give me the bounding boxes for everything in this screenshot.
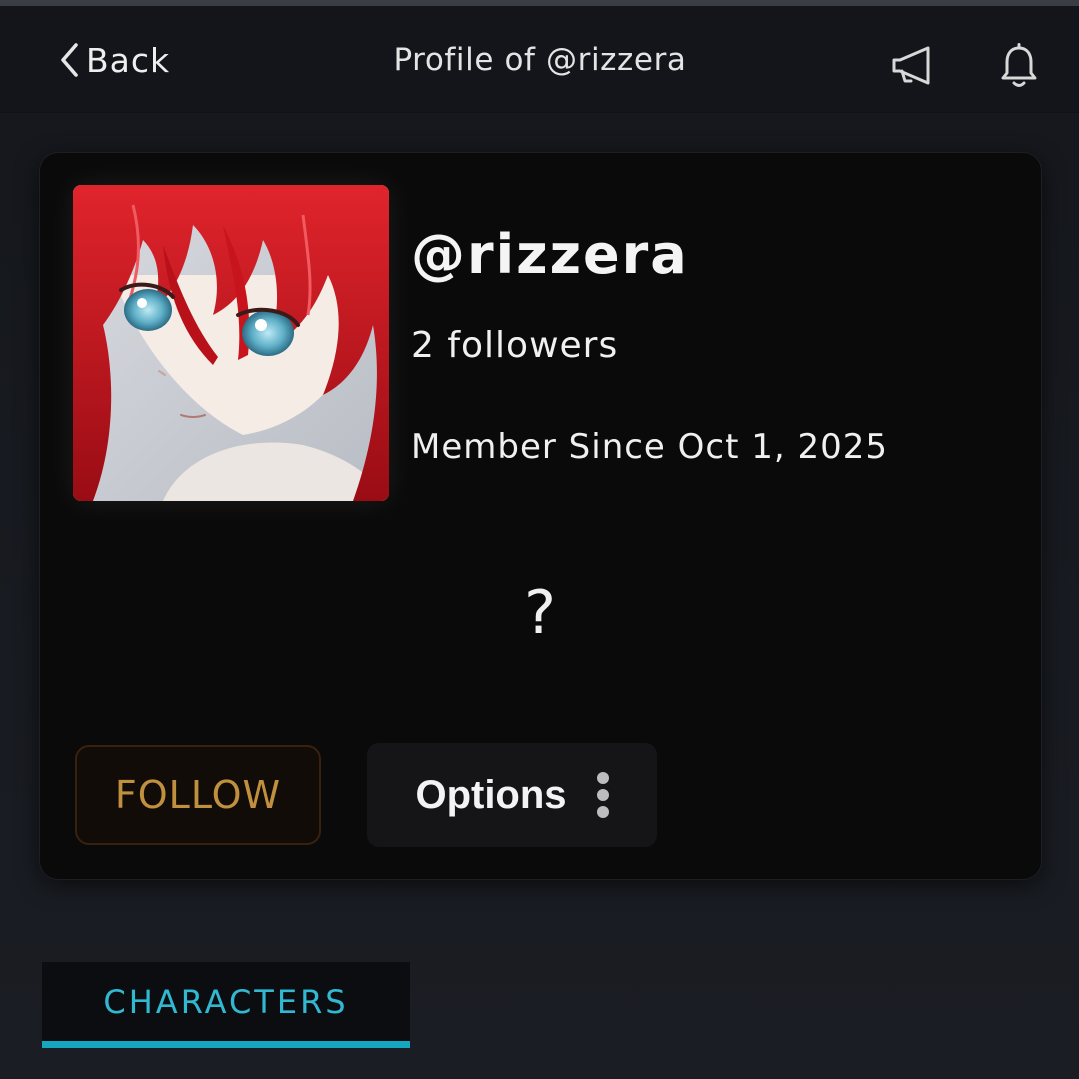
back-button[interactable]: Back: [58, 38, 170, 82]
notifications-button[interactable]: [995, 42, 1043, 90]
follow-button[interactable]: FOLLOW: [75, 745, 321, 845]
member-since: Member Since Oct 1, 2025: [411, 427, 889, 467]
chevron-left-icon: [61, 43, 78, 77]
followers-count[interactable]: 2 followers: [411, 325, 618, 366]
profile-username: @rizzera: [411, 223, 689, 286]
top-header: Back Profile of @rizzera: [0, 6, 1079, 113]
options-label: Options: [415, 772, 567, 817]
tab-characters[interactable]: CHARACTERS: [42, 962, 410, 1048]
profile-card: @rizzera 2 followers Member Since Oct 1,…: [40, 153, 1041, 879]
announcements-button[interactable]: [889, 42, 937, 90]
avatar[interactable]: [73, 185, 389, 501]
bell-icon: [1001, 43, 1037, 87]
profile-bio: ?: [524, 578, 556, 648]
tab-characters-label: CHARACTERS: [103, 982, 349, 1021]
megaphone-icon: [892, 46, 930, 85]
more-vertical-icon: [596, 772, 609, 818]
anime-character-avatar-image: [73, 185, 389, 501]
back-label: Back: [86, 40, 171, 80]
follow-label: FOLLOW: [114, 773, 282, 817]
options-button[interactable]: Options: [367, 743, 657, 847]
page-title: Profile of @rizzera: [393, 42, 687, 78]
profile-screen: Back Profile of @rizzera @rizzera 2 foll…: [0, 0, 1079, 1079]
